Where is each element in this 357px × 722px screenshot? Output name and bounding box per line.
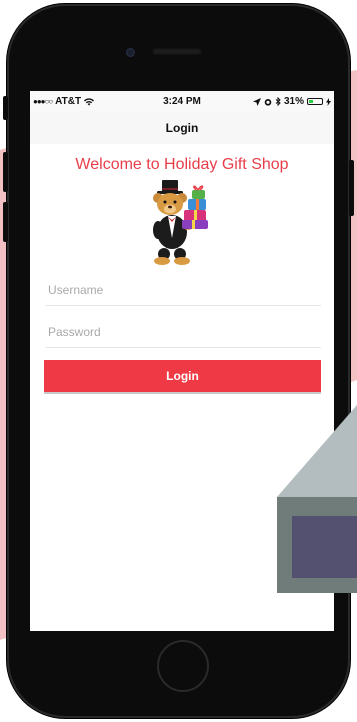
volume-up-button (3, 152, 8, 192)
login-button[interactable]: Login (44, 360, 321, 394)
login-content: Welcome to Holiday Gift Shop Username Lo… (30, 144, 334, 631)
battery-level (309, 100, 313, 103)
username-field[interactable] (46, 274, 321, 306)
front-camera (126, 48, 135, 57)
status-bar: ●●●○○ AT&T 3:24 PM 31% (30, 91, 334, 111)
home-button[interactable] (157, 640, 209, 692)
earpiece-speaker (152, 48, 202, 55)
alarm-icon (264, 98, 272, 106)
charging-bolt-icon (326, 97, 331, 106)
power-button (349, 160, 354, 216)
mute-switch (3, 96, 8, 120)
volume-down-button (3, 202, 8, 242)
teddy-bear-logo (153, 180, 208, 265)
welcome-heading: Welcome to Holiday Gift Shop (75, 156, 289, 173)
page-title: Login (165, 121, 199, 135)
battery-percent: 31% (283, 96, 304, 107)
navigation-bar: Login (30, 111, 334, 144)
screen: ●●●○○ AT&T 3:24 PM 31% Login Welcome to … (30, 91, 334, 631)
location-arrow-icon (252, 97, 261, 106)
bluetooth-icon (275, 97, 281, 106)
battery-icon (307, 98, 323, 105)
password-field[interactable] (46, 316, 321, 348)
